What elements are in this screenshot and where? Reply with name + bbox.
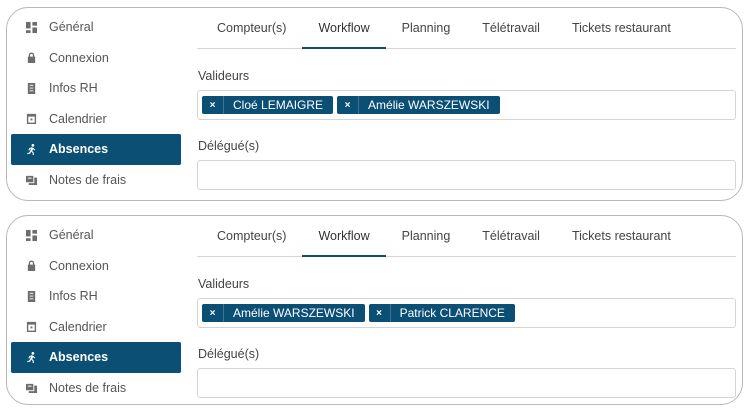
tab-bar: Compteur(s) Workflow Planning Télétravai… bbox=[197, 8, 736, 49]
remove-chip-button[interactable]: × bbox=[202, 96, 224, 114]
sidebar-item-label: Calendrier bbox=[49, 319, 107, 334]
tab-planning[interactable]: Planning bbox=[386, 8, 467, 49]
receipt-icon bbox=[25, 382, 37, 394]
tab-teletravail[interactable]: Télétravail bbox=[466, 216, 556, 257]
sidebar-item-label: Absences bbox=[49, 142, 109, 157]
sidebar-item-connexion[interactable]: Connexion bbox=[11, 251, 181, 282]
sidebar-item-notes-de-frais[interactable]: Notes de frais bbox=[11, 373, 181, 404]
running-person-icon bbox=[25, 143, 37, 155]
remove-chip-button[interactable]: × bbox=[369, 304, 391, 322]
sidebar-item-general[interactable]: Général bbox=[11, 220, 181, 251]
validator-chip: × Amélie WARSZEWSKI bbox=[337, 96, 500, 114]
chip-label: Patrick CLARENCE bbox=[399, 306, 505, 320]
sidebar-item-infos-rh[interactable]: Infos RH bbox=[11, 73, 181, 104]
delegates-input[interactable] bbox=[197, 368, 736, 398]
sidebar-item-label: Absences bbox=[49, 350, 109, 365]
sidebar-item-label: Notes de frais bbox=[49, 380, 127, 395]
sidebar-item-label: Connexion bbox=[49, 50, 109, 65]
tab-bar: Compteur(s) Workflow Planning Télétravai… bbox=[197, 216, 736, 257]
sidebar-item-general[interactable]: Général bbox=[11, 12, 181, 43]
id-card-icon bbox=[25, 290, 37, 302]
receipt-icon bbox=[25, 174, 37, 186]
validator-chip: × Amélie WARSZEWSKI bbox=[202, 304, 365, 322]
tab-teletravail[interactable]: Télétravail bbox=[466, 8, 556, 49]
lock-icon bbox=[25, 52, 37, 64]
sidebar-item-label: Infos RH bbox=[49, 81, 98, 96]
lock-icon bbox=[25, 260, 37, 272]
main-content: Compteur(s) Workflow Planning Télétravai… bbox=[197, 8, 736, 200]
chip-label: Amélie WARSZEWSKI bbox=[368, 98, 490, 112]
sidebar-item-label: Calendrier bbox=[49, 111, 107, 126]
tab-compteurs[interactable]: Compteur(s) bbox=[201, 216, 302, 257]
running-person-icon bbox=[25, 351, 37, 363]
sidebar-item-label: Général bbox=[49, 20, 94, 35]
remove-chip-button[interactable]: × bbox=[337, 96, 360, 114]
validators-input[interactable]: × Amélie WARSZEWSKI × Patrick CLARENCE bbox=[197, 298, 736, 328]
tab-workflow[interactable]: Workflow bbox=[302, 216, 386, 257]
chip-label: Cloé LEMAIGRE bbox=[233, 98, 324, 112]
remove-chip-button[interactable]: × bbox=[202, 304, 224, 322]
sidebar-item-calendrier[interactable]: Calendrier bbox=[11, 312, 181, 343]
sidebar-item-connexion[interactable]: Connexion bbox=[11, 43, 181, 74]
dashboard-icon bbox=[25, 229, 37, 241]
sidebar: Général Connexion Infos RH Calendrier Ab… bbox=[11, 12, 181, 195]
tab-workflow[interactable]: Workflow bbox=[302, 8, 386, 49]
validators-label: Valideurs bbox=[198, 69, 250, 83]
calendar-icon bbox=[25, 321, 37, 333]
sidebar-item-infos-rh[interactable]: Infos RH bbox=[11, 281, 181, 312]
sidebar: Général Connexion Infos RH Calendrier Ab… bbox=[11, 220, 181, 403]
delegates-label: Délégué(s) bbox=[198, 139, 260, 153]
sidebar-item-calendrier[interactable]: Calendrier bbox=[11, 104, 181, 135]
chip-label: Amélie WARSZEWSKI bbox=[233, 306, 355, 320]
sidebar-item-notes-de-frais[interactable]: Notes de frais bbox=[11, 165, 181, 196]
validator-chip: × Cloé LEMAIGRE bbox=[202, 96, 334, 114]
sidebar-item-label: Connexion bbox=[49, 258, 109, 273]
validators-input[interactable]: × Cloé LEMAIGRE × Amélie WARSZEWSKI bbox=[197, 90, 736, 120]
delegates-input[interactable] bbox=[197, 160, 736, 190]
calendar-icon bbox=[25, 113, 37, 125]
delegates-label: Délégué(s) bbox=[198, 347, 260, 361]
sidebar-item-absences[interactable]: Absences bbox=[11, 342, 181, 373]
tab-tickets-restaurant[interactable]: Tickets restaurant bbox=[556, 216, 687, 257]
main-content: Compteur(s) Workflow Planning Télétravai… bbox=[197, 216, 736, 404]
sidebar-item-label: Général bbox=[49, 228, 94, 243]
dashboard-icon bbox=[25, 21, 37, 33]
tab-tickets-restaurant[interactable]: Tickets restaurant bbox=[556, 8, 687, 49]
tab-compteurs[interactable]: Compteur(s) bbox=[201, 8, 302, 49]
sidebar-item-label: Notes de frais bbox=[49, 172, 127, 187]
user-settings-panel: Général Connexion Infos RH Calendrier Ab… bbox=[6, 215, 743, 405]
id-card-icon bbox=[25, 82, 37, 94]
tab-planning[interactable]: Planning bbox=[386, 216, 467, 257]
validator-chip: × Patrick CLARENCE bbox=[368, 304, 515, 322]
user-settings-panel: Général Connexion Infos RH Calendrier Ab… bbox=[6, 7, 743, 201]
validators-label: Valideurs bbox=[198, 277, 250, 291]
sidebar-item-absences[interactable]: Absences bbox=[11, 134, 181, 165]
sidebar-item-label: Infos RH bbox=[49, 289, 98, 304]
